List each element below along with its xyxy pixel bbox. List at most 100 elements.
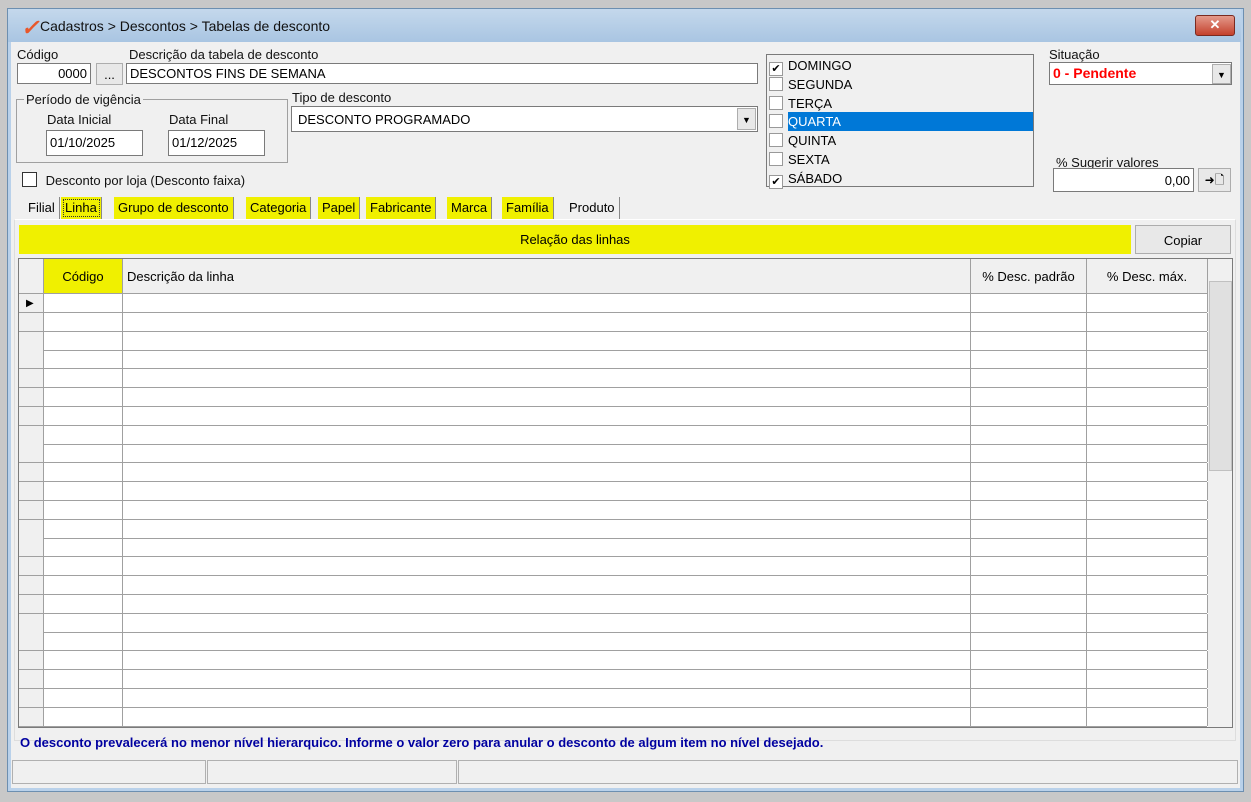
row-indicator[interactable] [19, 576, 44, 594]
table-row[interactable] [19, 350, 1208, 370]
cell-desc-padrao[interactable] [971, 557, 1087, 576]
table-row[interactable] [19, 707, 1208, 727]
data-final-input[interactable]: 01/12/2025 [168, 130, 265, 156]
weekday-item[interactable]: SEXTA [769, 150, 1033, 169]
cell-descricao[interactable] [123, 406, 971, 425]
row-indicator[interactable] [19, 707, 44, 726]
cell-desc-max[interactable] [1087, 312, 1208, 331]
row-indicator[interactable] [19, 538, 44, 557]
table-row[interactable] [19, 425, 1208, 445]
cell-desc-padrao[interactable] [971, 594, 1087, 613]
col-desc-max[interactable]: % Desc. máx. [1087, 259, 1208, 294]
row-indicator[interactable] [19, 613, 44, 632]
row-indicator[interactable] [19, 369, 44, 388]
cell-desc-max[interactable] [1087, 576, 1208, 594]
lines-grid[interactable]: Código Descrição da linha % Desc. padrão… [18, 258, 1233, 728]
cell-desc-max[interactable] [1087, 482, 1208, 500]
cell-desc-padrao[interactable] [971, 406, 1087, 425]
cell-desc-max[interactable] [1087, 406, 1208, 425]
cell-desc-max[interactable] [1087, 632, 1208, 651]
apply-suggestion-button[interactable]: ➜🗋 [1198, 168, 1231, 192]
table-row[interactable] [19, 388, 1208, 407]
checkbox-icon[interactable]: ✔ [769, 174, 783, 189]
scrollbar-thumb[interactable] [1209, 281, 1232, 471]
row-indicator[interactable] [19, 406, 44, 425]
weekday-item[interactable]: SEGUNDA [769, 75, 1033, 94]
cell-desc-padrao[interactable] [971, 632, 1087, 651]
cell-descricao[interactable] [123, 576, 971, 594]
checkbox-icon[interactable] [769, 133, 783, 148]
cell-desc-max[interactable] [1087, 294, 1208, 312]
cell-desc-padrao[interactable] [971, 482, 1087, 500]
col-codigo[interactable]: Código [44, 259, 123, 294]
situacao-select[interactable]: 0 - Pendente [1049, 62, 1232, 85]
table-row[interactable] [19, 538, 1208, 558]
checkbox-icon[interactable] [769, 95, 783, 110]
cell-desc-padrao[interactable] [971, 688, 1087, 707]
cell-desc-padrao[interactable] [971, 331, 1087, 350]
table-row[interactable] [19, 594, 1208, 614]
table-row[interactable] [19, 688, 1208, 708]
cell-desc-padrao[interactable] [971, 670, 1087, 688]
cell-codigo[interactable] [44, 482, 123, 500]
checkbox-icon[interactable] [769, 76, 783, 91]
cell-desc-padrao[interactable] [971, 538, 1087, 557]
cell-descricao[interactable] [123, 538, 971, 557]
cell-codigo[interactable] [44, 444, 123, 463]
row-indicator[interactable] [19, 557, 44, 576]
cell-desc-max[interactable] [1087, 594, 1208, 613]
data-inicial-input[interactable]: 01/10/2025 [46, 130, 143, 156]
weekday-item[interactable]: ✔ SÁBADO [769, 169, 1033, 189]
table-row[interactable] [19, 406, 1208, 426]
cell-descricao[interactable] [123, 369, 971, 388]
cell-descricao[interactable] [123, 557, 971, 576]
row-indicator[interactable] [19, 482, 44, 500]
cell-descricao[interactable] [123, 688, 971, 707]
cell-codigo[interactable] [44, 519, 123, 538]
row-indicator[interactable] [19, 632, 44, 651]
cell-descricao[interactable] [123, 632, 971, 651]
table-row[interactable] [19, 463, 1208, 483]
row-indicator[interactable] [19, 425, 44, 444]
weekday-item[interactable]: QUINTA [769, 131, 1033, 150]
cell-codigo[interactable] [44, 576, 123, 594]
table-row[interactable]: ▶ [19, 294, 1208, 313]
cell-desc-padrao[interactable] [971, 576, 1087, 594]
vertical-scrollbar[interactable] [1208, 259, 1232, 727]
cell-desc-max[interactable] [1087, 557, 1208, 576]
tab-papel[interactable]: Papel [318, 197, 361, 219]
copy-button[interactable]: Copiar [1135, 225, 1231, 254]
cell-codigo[interactable] [44, 538, 123, 557]
cell-codigo[interactable] [44, 312, 123, 331]
cell-desc-padrao[interactable] [971, 444, 1087, 463]
cell-codigo[interactable] [44, 670, 123, 688]
cell-codigo[interactable] [44, 707, 123, 726]
row-indicator[interactable] [19, 331, 44, 350]
table-row[interactable] [19, 444, 1208, 464]
cell-descricao[interactable] [123, 444, 971, 463]
cell-desc-padrao[interactable] [971, 294, 1087, 312]
cell-desc-padrao[interactable] [971, 388, 1087, 406]
table-row[interactable] [19, 576, 1208, 595]
cell-desc-max[interactable] [1087, 613, 1208, 632]
sugerir-input[interactable]: 0,00 [1053, 168, 1194, 192]
cell-desc-max[interactable] [1087, 500, 1208, 519]
cell-codigo[interactable] [44, 613, 123, 632]
codigo-input[interactable]: 0000 [17, 63, 91, 84]
desconto-loja-checkbox[interactable]: Desconto por loja (Desconto faixa) [22, 172, 245, 188]
row-indicator[interactable] [19, 463, 44, 482]
cell-descricao[interactable] [123, 594, 971, 613]
cell-descricao[interactable] [123, 707, 971, 726]
cell-descricao[interactable] [123, 294, 971, 312]
cell-descricao[interactable] [123, 463, 971, 482]
row-indicator[interactable] [19, 500, 44, 519]
cell-descricao[interactable] [123, 519, 971, 538]
table-row[interactable] [19, 557, 1208, 577]
cell-desc-max[interactable] [1087, 688, 1208, 707]
tab-filial[interactable]: Filial [24, 197, 60, 219]
table-row[interactable] [19, 670, 1208, 689]
weekday-item[interactable]: ✔ DOMINGO [769, 56, 1033, 76]
cell-codigo[interactable] [44, 425, 123, 444]
cell-codigo[interactable] [44, 632, 123, 651]
cell-desc-padrao[interactable] [971, 463, 1087, 482]
